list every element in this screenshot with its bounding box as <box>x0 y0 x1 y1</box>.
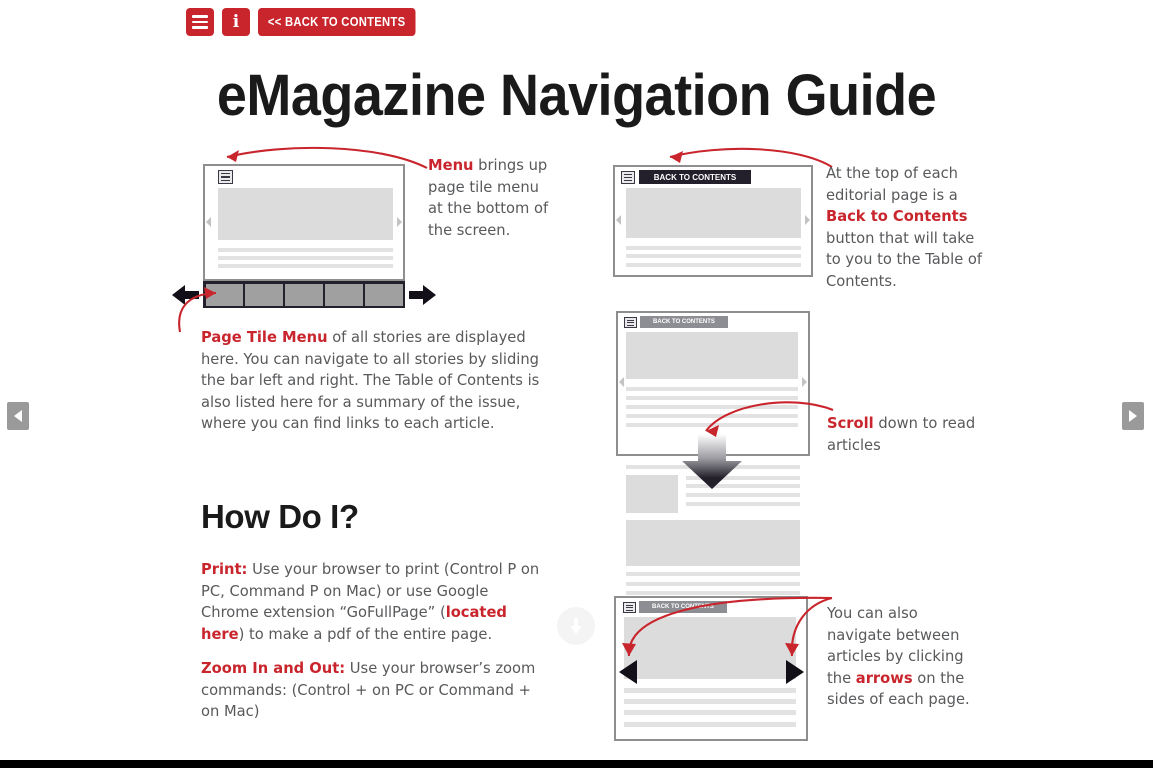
hamburger-menu-icon <box>192 15 208 29</box>
page-tile[interactable] <box>285 283 323 306</box>
page-tile[interactable] <box>325 283 363 306</box>
zoom-label: Zoom In and Out: <box>201 660 346 677</box>
page-tile[interactable] <box>365 283 403 306</box>
mockup-prev-arrow[interactable] <box>616 215 621 225</box>
tile-strip-next-arrow[interactable] <box>408 283 436 307</box>
caption-menu-strong: Menu <box>428 157 474 174</box>
mockup-text-line <box>686 484 800 488</box>
mockup-menu-page <box>203 164 405 281</box>
chevron-left-icon <box>14 410 22 422</box>
caption-btc-pre: At the top of each editorial page is a <box>826 165 958 204</box>
caption-scroll-strong: Scroll <box>827 415 874 432</box>
mockup-text-line <box>624 699 796 704</box>
mockup-back-to-contents-pill[interactable]: BACK TO CONTENTS <box>640 316 728 328</box>
mockup-scroll-viewport: BACK TO CONTENTS <box>616 311 810 456</box>
page-title: eMagazine Navigation Guide <box>216 63 937 128</box>
mockup-text-line <box>626 423 798 427</box>
mockup-text-line <box>626 591 800 595</box>
page-tile[interactable] <box>205 283 243 306</box>
bottom-bar <box>0 760 1153 768</box>
scroll-down-circle-icon <box>570 618 582 634</box>
mockup-next-arrow[interactable] <box>802 377 807 387</box>
caption-side-arrows: You can also navigate between articles b… <box>827 603 977 711</box>
how-do-i-print-paragraph: Print: Use your browser to print (Contro… <box>201 559 543 645</box>
mockup-next-arrow[interactable] <box>397 217 402 227</box>
mockup-text-line <box>686 493 800 497</box>
caption-page-tile-menu: Page Tile Menu of all stories are displa… <box>201 327 541 435</box>
next-page-button[interactable] <box>1122 402 1144 430</box>
hamburger-menu-icon[interactable] <box>218 170 233 184</box>
mockup-text-line <box>626 246 801 250</box>
mockup-text-line <box>626 572 800 576</box>
caption-arrows-strong: arrows <box>855 669 913 687</box>
caption-page-tile-menu-strong: Page Tile Menu <box>201 329 328 346</box>
mockup-text-line <box>686 502 800 506</box>
how-do-i-zoom-paragraph: Zoom In and Out: Use your browser’s zoom… <box>201 658 543 723</box>
mockup-prev-arrow[interactable] <box>619 377 624 387</box>
mockup-text-line <box>218 264 393 268</box>
mockup-hero-image <box>626 520 800 566</box>
mockup-back-to-contents-pill[interactable]: BACK TO CONTENTS <box>639 170 751 184</box>
mockup-text-line <box>218 256 393 260</box>
mockup-back-to-contents-pill[interactable]: BACK TO CONTENTS <box>639 601 727 613</box>
mockup-text-line <box>218 248 393 252</box>
info-button[interactable]: i <box>222 8 250 36</box>
caption-btc-post: button that will take to you to the Tabl… <box>826 229 983 290</box>
how-do-i-heading: How Do I? <box>201 498 359 535</box>
hamburger-menu-icon[interactable] <box>624 317 637 328</box>
chevron-right-icon <box>1129 410 1137 422</box>
top-toolbar: i << BACK TO CONTENTS <box>186 8 433 36</box>
mockup-back-to-contents-page: BACK TO CONTENTS <box>613 165 813 277</box>
mockup-text-line <box>626 414 798 418</box>
prev-page-button[interactable] <box>7 402 29 430</box>
tile-strip-prev-arrow[interactable] <box>172 283 200 307</box>
mockup-text-line <box>624 710 796 715</box>
mockup-hero-image <box>218 188 393 240</box>
mockup-text-line <box>626 465 800 469</box>
page-tile-menu-strip[interactable] <box>203 281 405 308</box>
print-text-part2: ) to make a pdf of the entire page. <box>238 625 493 643</box>
mockup-text-line <box>626 396 798 400</box>
mockup-side-arrows-page: BACK TO CONTENTS <box>614 596 808 741</box>
hamburger-menu-button[interactable] <box>186 8 214 36</box>
caption-scroll: Scroll down to read articles <box>827 413 992 456</box>
mockup-text-line <box>686 476 800 480</box>
mockup-text-line <box>626 263 801 267</box>
mockup-hero-image <box>626 332 798 379</box>
print-label: Print: <box>201 561 248 578</box>
info-icon: i <box>232 11 240 32</box>
hamburger-menu-icon[interactable] <box>621 171 635 184</box>
mockup-text-line <box>626 582 800 586</box>
hamburger-menu-icon[interactable] <box>623 602 636 613</box>
caption-menu: Menu brings up page tile menu at the bot… <box>428 155 558 241</box>
caption-back-to-contents: At the top of each editorial page is a B… <box>826 163 991 293</box>
caption-btc-strong: Back to Contents <box>826 208 968 226</box>
mockup-text-line <box>624 688 796 693</box>
mockup-next-arrow[interactable] <box>805 215 810 225</box>
mockup-prev-arrow[interactable] <box>206 217 211 227</box>
mockup-text-line <box>626 387 798 391</box>
mockup-hero-image <box>624 617 796 679</box>
mockup-text-line <box>624 722 796 727</box>
back-to-contents-button[interactable]: << BACK TO CONTENTS <box>258 8 416 36</box>
mockup-thumb-image <box>626 475 678 513</box>
page-tile[interactable] <box>245 283 283 306</box>
mockup-text-line <box>626 254 801 258</box>
mockup-text-line <box>626 405 798 409</box>
scroll-down-hint-button[interactable] <box>557 607 595 645</box>
mockup-hero-image <box>626 188 801 238</box>
